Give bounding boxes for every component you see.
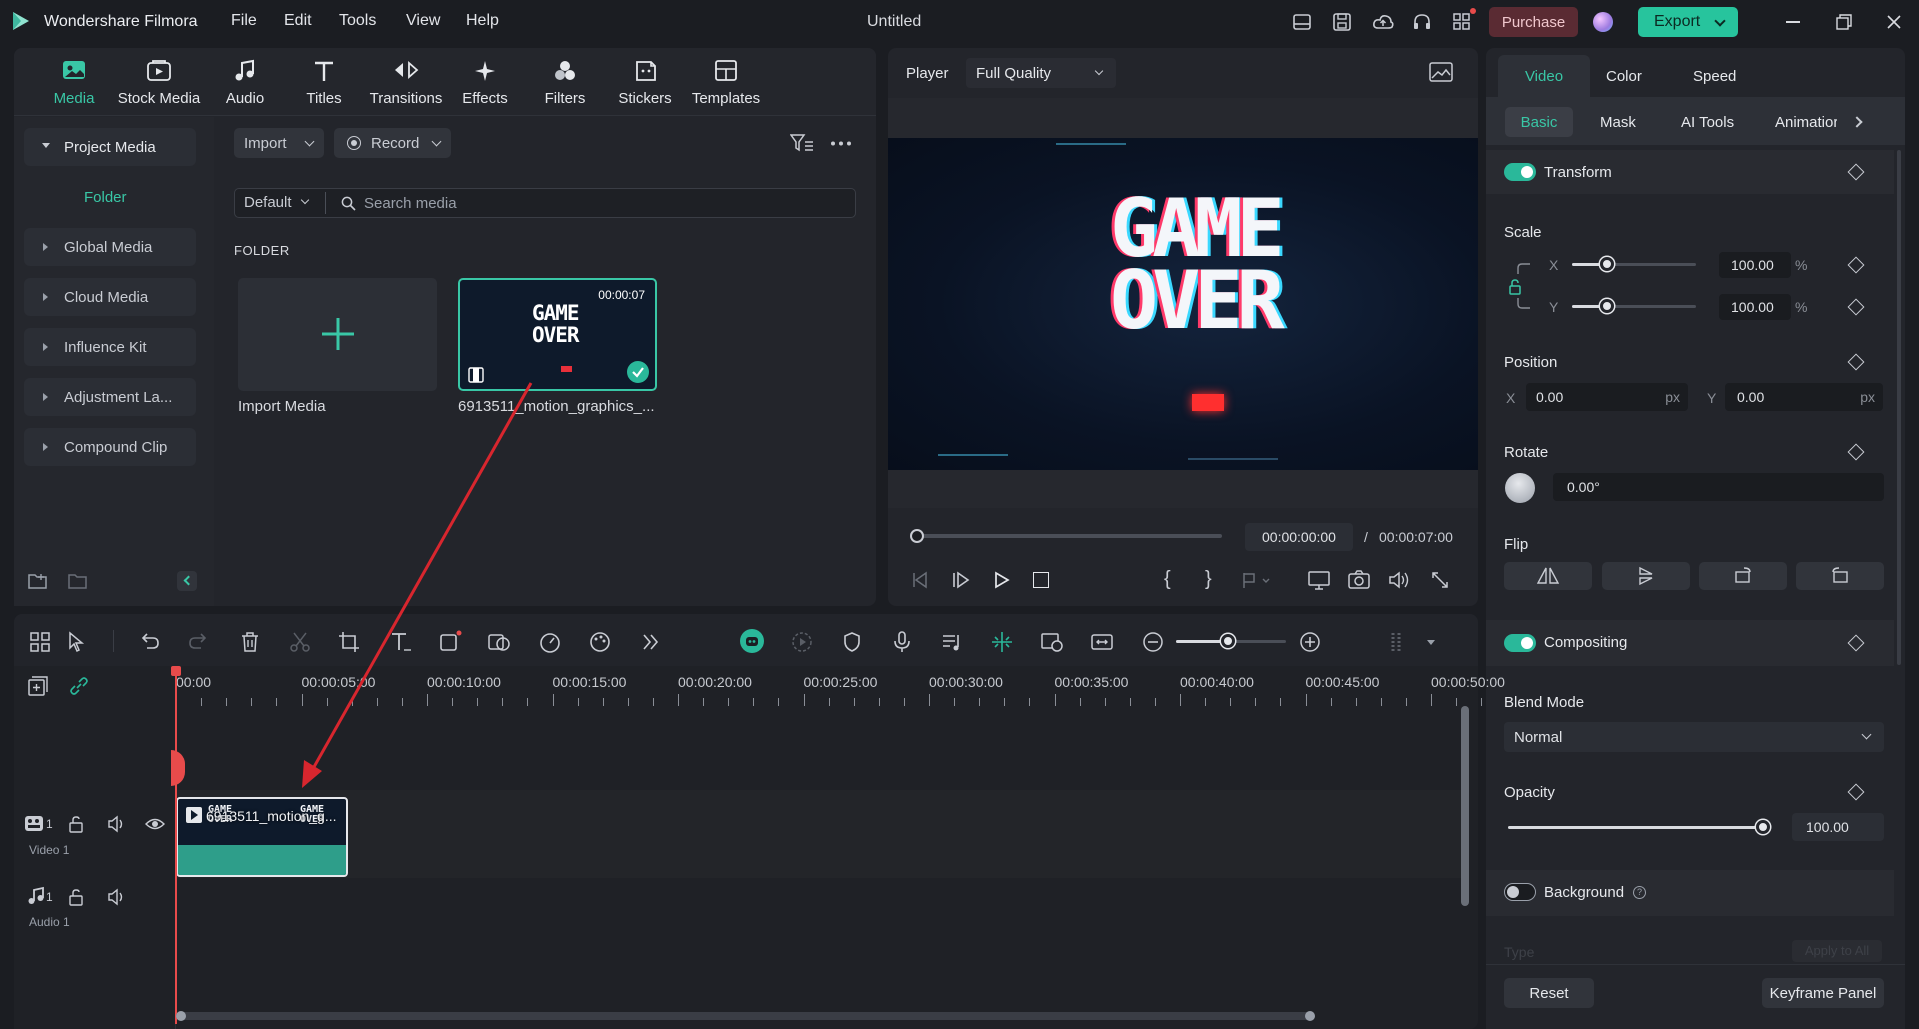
annotation-arrow [302,382,533,788]
